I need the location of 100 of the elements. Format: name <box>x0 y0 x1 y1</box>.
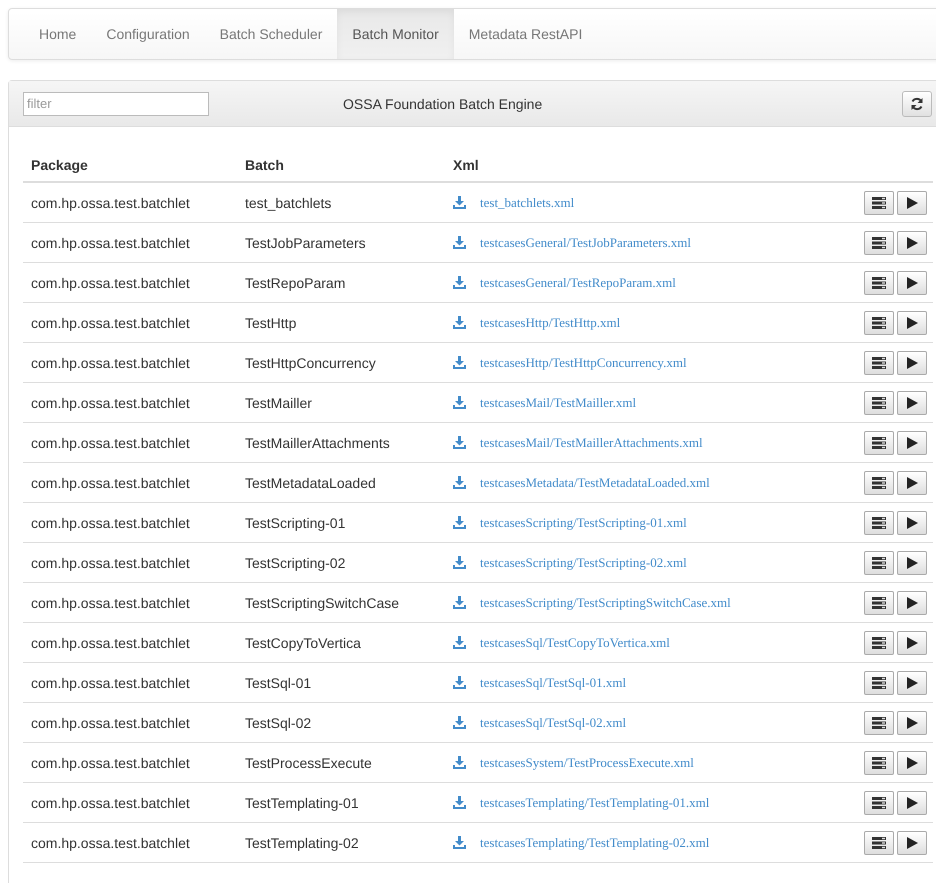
xml-link[interactable]: testcasesSql/TestSql-01.xml <box>480 674 626 690</box>
play-icon <box>906 716 918 728</box>
play-button[interactable] <box>897 310 927 334</box>
server-icon <box>872 596 886 608</box>
play-button[interactable] <box>897 270 927 294</box>
details-button[interactable] <box>864 310 894 334</box>
batch-cell-text: TestTemplating-02 <box>245 834 360 850</box>
play-icon <box>906 796 918 808</box>
xml-link[interactable]: testcasesHttp/TestHttp.xml <box>480 314 620 330</box>
details-button[interactable] <box>864 630 894 654</box>
play-button[interactable] <box>897 710 927 734</box>
download-icon <box>453 516 466 529</box>
download-icon <box>453 356 466 369</box>
xml-link[interactable]: testcasesSql/TestCopyToVertica.xml <box>480 634 670 650</box>
server-icon <box>872 836 886 848</box>
details-button[interactable] <box>864 790 894 814</box>
play-icon <box>906 236 918 248</box>
xml-link[interactable]: testcasesTemplating/TestTemplating-02.xml <box>480 834 710 850</box>
download-icon <box>453 756 466 769</box>
server-icon <box>872 716 886 728</box>
details-button[interactable] <box>864 270 894 294</box>
batch-cell-text: TestJobParameters <box>245 234 367 250</box>
play-button[interactable] <box>897 390 927 414</box>
play-icon <box>906 516 918 528</box>
refresh-button[interactable] <box>902 90 932 116</box>
nav-tab[interactable]: Batch Scheduler <box>204 9 338 59</box>
batch-cell-text: TestMaillerAttachments <box>245 434 391 450</box>
xml-link[interactable]: testcasesMetadata/TestMetadataLoaded.xml <box>480 474 710 490</box>
server-icon <box>872 276 886 288</box>
play-button[interactable] <box>897 470 927 494</box>
package-cell-text: com.hp.ossa.test.batchlet <box>31 554 191 570</box>
batch-cell-text: TestTemplating-01 <box>245 794 360 810</box>
nav-tab[interactable]: Configuration <box>91 9 205 59</box>
xml-link[interactable]: testcasesHttp/TestHttpConcurrency.xml <box>480 354 687 370</box>
details-button[interactable] <box>864 190 894 214</box>
play-button[interactable] <box>897 630 927 654</box>
details-button[interactable] <box>864 350 894 374</box>
details-button[interactable] <box>864 470 894 494</box>
xml-link[interactable]: testcasesScripting/TestScripting-02.xml <box>480 554 687 570</box>
batch-cell-text: TestMailler <box>245 394 313 410</box>
play-icon <box>906 636 918 648</box>
package-cell-text: com.hp.ossa.test.batchlet <box>31 794 191 810</box>
play-button[interactable] <box>897 790 927 814</box>
details-button[interactable] <box>864 390 894 414</box>
play-icon <box>906 436 918 448</box>
xml-link[interactable]: testcasesMail/TestMaillerAttachments.xml <box>480 434 703 450</box>
filter-field[interactable]: filter <box>23 92 209 116</box>
nav-tab[interactable]: Metadata RestAPI <box>454 9 598 59</box>
xml-link[interactable]: testcasesMail/TestMailler.xml <box>480 394 636 410</box>
play-button[interactable] <box>897 590 927 614</box>
server-icon <box>872 556 886 568</box>
play-icon <box>906 596 918 608</box>
play-button[interactable] <box>897 430 927 454</box>
package-cell-text: com.hp.ossa.test.batchlet <box>31 394 191 410</box>
download-icon <box>453 276 466 289</box>
server-icon <box>872 476 886 488</box>
server-icon <box>872 356 886 368</box>
batch-cell-text: test_batchlets <box>245 194 332 210</box>
details-button[interactable] <box>864 550 894 574</box>
xml-link[interactable]: testcasesScripting/TestScriptingSwitchCase.xml <box>480 594 731 610</box>
batch-cell-text: TestSql-01 <box>245 674 312 690</box>
package-cell-text: com.hp.ossa.test.batchlet <box>31 234 191 250</box>
nav-tab[interactable]: Home <box>24 9 92 59</box>
play-button[interactable] <box>897 550 927 574</box>
details-button[interactable] <box>864 710 894 734</box>
details-button[interactable] <box>864 430 894 454</box>
nav-tab[interactable]: Batch Monitor <box>337 9 454 59</box>
download-icon <box>453 316 466 329</box>
package-cell-text: com.hp.ossa.test.batchlet <box>31 434 191 450</box>
batch-cell-text: TestCopyToVertica <box>245 634 362 650</box>
details-button[interactable] <box>864 590 894 614</box>
package-cell-text: com.hp.ossa.test.batchlet <box>31 834 191 850</box>
details-button[interactable] <box>864 750 894 774</box>
details-button[interactable] <box>864 670 894 694</box>
details-button[interactable] <box>864 230 894 254</box>
xml-link[interactable]: test_batchlets.xml <box>480 194 574 210</box>
package-cell-text: com.hp.ossa.test.batchlet <box>31 354 191 370</box>
play-icon <box>906 276 918 288</box>
xml-link[interactable]: testcasesGeneral/TestJobParameters.xml <box>480 234 691 250</box>
play-icon <box>906 836 918 848</box>
play-icon <box>906 556 918 568</box>
details-button[interactable] <box>864 510 894 534</box>
server-icon <box>872 516 886 528</box>
batch-cell-text: TestHttpConcurrency <box>245 354 377 370</box>
package-cell-text: com.hp.ossa.test.batchlet <box>31 514 191 530</box>
play-button[interactable] <box>897 350 927 374</box>
xml-link[interactable]: testcasesGeneral/TestRepoParam.xml <box>480 274 676 290</box>
download-icon <box>453 196 466 209</box>
details-button[interactable] <box>864 830 894 854</box>
play-button[interactable] <box>897 670 927 694</box>
play-button[interactable] <box>897 750 927 774</box>
play-button[interactable] <box>897 190 927 214</box>
xml-link[interactable]: testcasesSystem/TestProcessExecute.xml <box>480 754 694 770</box>
play-button[interactable] <box>897 230 927 254</box>
xml-link[interactable]: testcasesTemplating/TestTemplating-01.xml <box>480 794 710 810</box>
play-button[interactable] <box>897 830 927 854</box>
server-icon <box>872 796 886 808</box>
play-button[interactable] <box>897 510 927 534</box>
xml-link[interactable]: testcasesScripting/TestScripting-01.xml <box>480 514 687 530</box>
xml-link[interactable]: testcasesSql/TestSql-02.xml <box>480 714 626 730</box>
